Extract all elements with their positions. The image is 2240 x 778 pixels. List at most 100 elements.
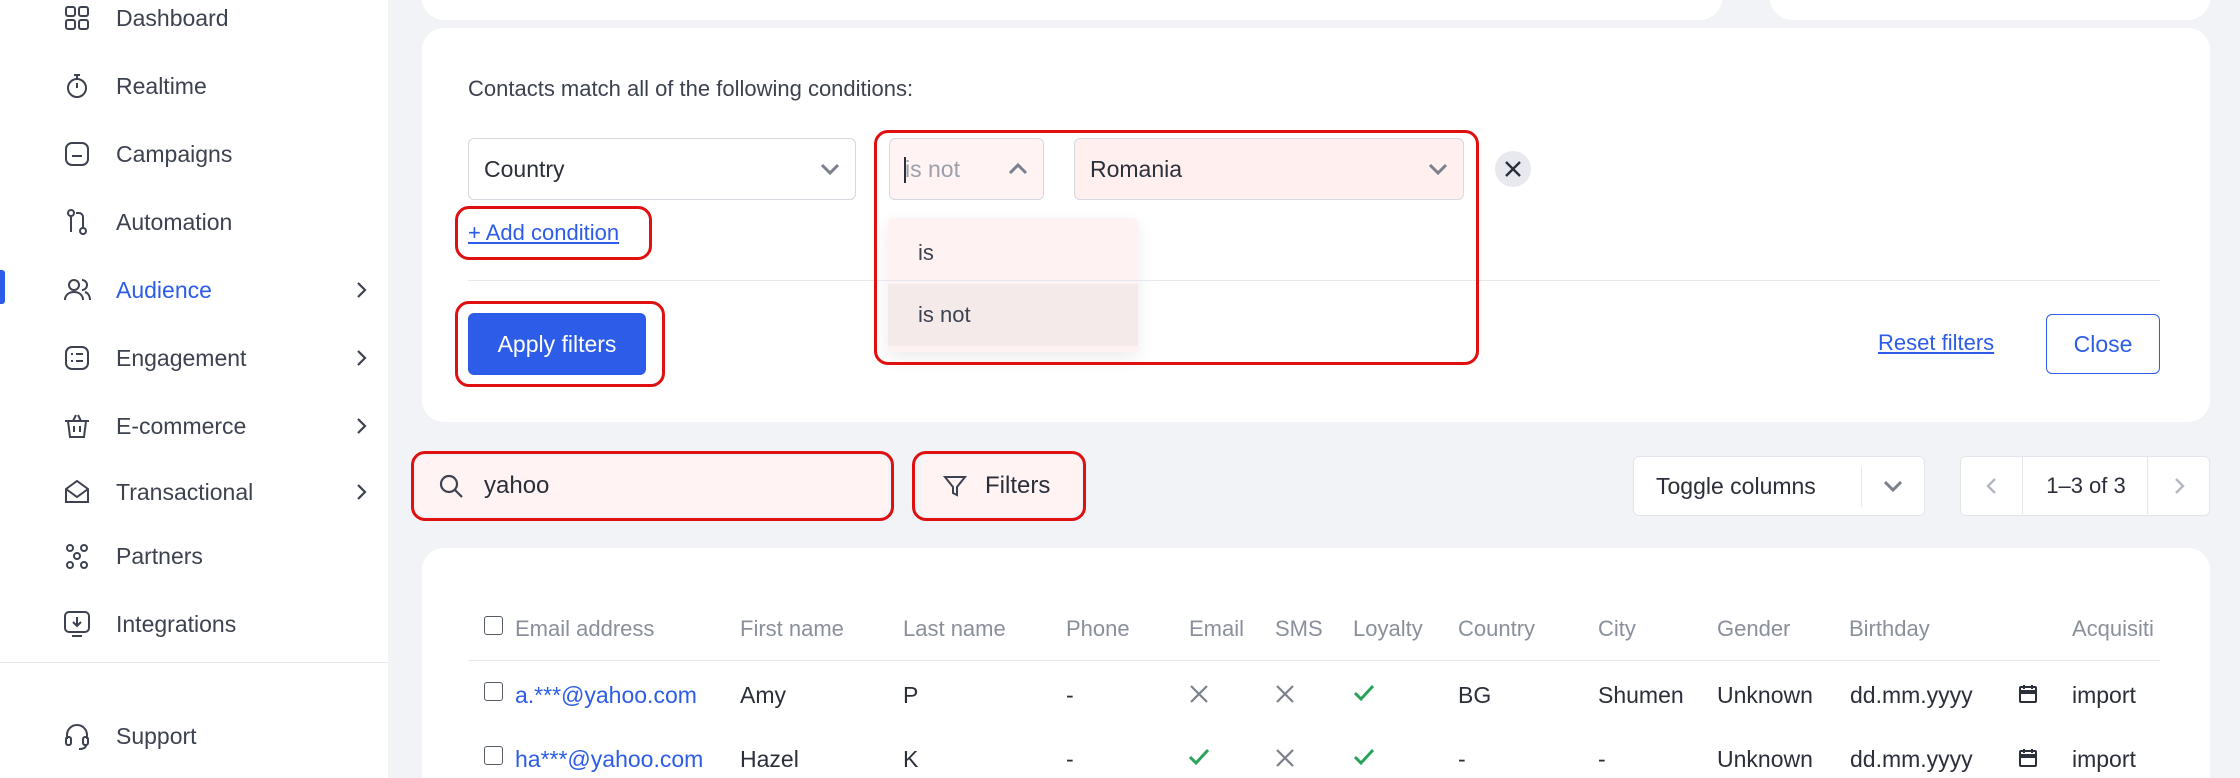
integrations-icon bbox=[62, 609, 92, 639]
check-icon bbox=[1353, 684, 1375, 702]
column-header-first-name[interactable]: First name bbox=[740, 616, 844, 642]
row-first-name: Amy bbox=[740, 682, 786, 708]
add-condition-link[interactable]: + Add condition bbox=[468, 220, 619, 246]
sidebar-item-transactional[interactable]: Transactional bbox=[0, 464, 388, 520]
search-icon bbox=[439, 474, 463, 498]
x-icon bbox=[1276, 749, 1294, 767]
field-select[interactable]: Country bbox=[468, 138, 856, 200]
chevron-right-icon bbox=[2174, 477, 2185, 494]
engagement-icon bbox=[62, 343, 92, 373]
reset-filters-link[interactable]: Reset filters bbox=[1878, 330, 1994, 356]
field-select-value: Country bbox=[484, 155, 565, 182]
column-header-country[interactable]: Country bbox=[1458, 616, 1535, 642]
pagination-label: 1–3 of 3 bbox=[2046, 472, 2126, 498]
chevron-left-icon bbox=[1985, 477, 1996, 494]
row-country: BG bbox=[1458, 682, 1492, 708]
sidebar-item-label: Engagement bbox=[116, 344, 247, 371]
sidebar-item-realtime[interactable]: Realtime bbox=[0, 58, 388, 114]
chevron-right-icon bbox=[357, 418, 367, 434]
text-cursor bbox=[904, 157, 906, 183]
column-header-gender[interactable]: Gender bbox=[1717, 616, 1790, 642]
operator-option-is-not[interactable]: is not bbox=[888, 284, 1138, 346]
column-header-birthday[interactable]: Birthday bbox=[1849, 616, 1930, 642]
row-email-link[interactable]: ha***@yahoo.com bbox=[515, 746, 703, 773]
sidebar-support-label: Support bbox=[116, 722, 197, 749]
headset-icon bbox=[62, 721, 92, 751]
sidebar-item-label: Campaigns bbox=[116, 140, 233, 167]
column-header-email[interactable]: Email bbox=[1189, 616, 1244, 642]
select-all-checkbox[interactable] bbox=[484, 616, 503, 635]
filter-icon bbox=[942, 476, 968, 497]
column-header-loyalty[interactable]: Loyalty bbox=[1353, 616, 1423, 642]
basket-icon bbox=[62, 411, 92, 441]
column-header-last-name[interactable]: Last name bbox=[903, 616, 1006, 642]
sidebar-item-integrations[interactable]: Integrations bbox=[0, 596, 388, 652]
check-icon bbox=[1188, 748, 1210, 766]
row-phone: - bbox=[1066, 746, 1074, 772]
sidebar-item-label: Partners bbox=[116, 542, 203, 569]
chevron-down-icon bbox=[820, 163, 840, 176]
row-gender: Unknown bbox=[1717, 682, 1813, 708]
x-icon bbox=[1190, 685, 1208, 703]
sidebar-item-label: Realtime bbox=[116, 72, 207, 99]
column-header-sms[interactable]: SMS bbox=[1275, 616, 1323, 642]
chevron-up-icon bbox=[1008, 162, 1028, 175]
column-header-email-address[interactable]: Email address bbox=[515, 616, 654, 642]
row-country: - bbox=[1458, 746, 1466, 772]
sidebar-item-campaigns[interactable]: Campaigns bbox=[0, 126, 388, 182]
calendar-icon[interactable] bbox=[2016, 746, 2040, 770]
row-acquisition: import bbox=[2072, 682, 2136, 708]
toggle-columns-select[interactable]: Toggle columns bbox=[1633, 456, 1925, 516]
row-birthday-input[interactable]: dd.mm.yyyy bbox=[1850, 746, 1973, 773]
column-header-phone[interactable]: Phone bbox=[1066, 616, 1130, 642]
sidebar-item-label: Transactional bbox=[116, 478, 254, 505]
sidebar-item-label: Dashboard bbox=[116, 4, 229, 31]
users-icon bbox=[62, 275, 92, 305]
separator bbox=[1861, 467, 1862, 507]
row-birthday-input[interactable]: dd.mm.yyyy bbox=[1850, 682, 1973, 709]
row-email-link[interactable]: a.***@yahoo.com bbox=[515, 682, 697, 709]
sidebar-item-label: E-commerce bbox=[116, 412, 247, 439]
top-card bbox=[422, 0, 1722, 20]
sidebar-item-support[interactable]: Support bbox=[0, 708, 388, 764]
check-icon bbox=[1353, 748, 1375, 766]
chevron-down-icon bbox=[1883, 480, 1903, 493]
remove-condition-button[interactable] bbox=[1495, 151, 1531, 187]
search-input[interactable]: yahoo bbox=[416, 456, 888, 516]
column-header-acquisition[interactable]: Acquisiti bbox=[2072, 616, 2154, 642]
row-last-name: P bbox=[903, 682, 919, 708]
sidebar-item-engagement[interactable]: Engagement bbox=[0, 330, 388, 386]
table-header-divider bbox=[468, 660, 2160, 661]
sidebar-item-label: Audience bbox=[116, 276, 212, 303]
campaign-icon bbox=[62, 139, 92, 169]
pagination: 1–3 of 3 bbox=[1960, 456, 2210, 516]
row-last-name: K bbox=[903, 746, 919, 772]
value-select[interactable]: Romania bbox=[1074, 138, 1464, 200]
close-button[interactable]: Close bbox=[2046, 314, 2160, 374]
chevron-down-icon bbox=[1428, 163, 1448, 176]
column-header-city[interactable]: City bbox=[1598, 616, 1636, 642]
row-gender: Unknown bbox=[1717, 746, 1813, 772]
operator-select[interactable]: is not bbox=[889, 138, 1044, 200]
apply-filters-button[interactable]: Apply filters bbox=[468, 313, 646, 375]
contacts-table bbox=[422, 548, 2210, 778]
sidebar-item-automation[interactable]: Automation bbox=[0, 194, 388, 250]
filters-button[interactable]: Filters bbox=[921, 456, 1081, 516]
sidebar-item-audience[interactable]: Audience bbox=[0, 262, 388, 318]
top-card bbox=[1770, 0, 2210, 20]
row-checkbox[interactable] bbox=[484, 682, 503, 701]
sidebar-item-partners[interactable]: Partners bbox=[0, 528, 388, 584]
divider bbox=[468, 280, 2160, 281]
close-icon bbox=[1505, 161, 1521, 177]
row-first-name: Hazel bbox=[740, 746, 799, 772]
next-page-button[interactable] bbox=[2147, 457, 2209, 514]
row-phone: - bbox=[1066, 682, 1074, 708]
row-checkbox[interactable] bbox=[484, 746, 503, 765]
calendar-icon[interactable] bbox=[2016, 682, 2040, 706]
prev-page-button[interactable] bbox=[1961, 457, 2023, 514]
sidebar-item-dashboard[interactable]: Dashboard bbox=[0, 0, 388, 46]
sidebar-item-ecommerce[interactable]: E-commerce bbox=[0, 398, 388, 454]
row-acquisition: import bbox=[2072, 746, 2136, 772]
operator-option-is[interactable]: is bbox=[888, 222, 1138, 284]
row-city: Shumen bbox=[1598, 682, 1684, 708]
